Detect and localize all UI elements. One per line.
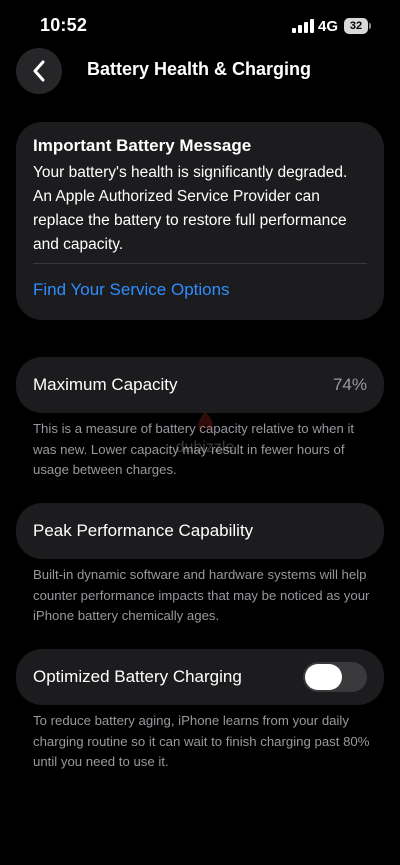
- message-body: Your battery's health is significantly d…: [33, 164, 348, 253]
- message-title: Important Battery Message: [33, 136, 252, 155]
- network-type: 4G: [318, 18, 339, 35]
- page-title: Battery Health & Charging: [87, 59, 312, 79]
- status-time: 10:52: [40, 15, 88, 35]
- battery-icon: 32: [344, 18, 372, 34]
- optimized-charging-row: Optimized Battery Charging: [16, 649, 384, 705]
- optimized-charging-description: To reduce battery aging, iPhone learns f…: [33, 713, 370, 769]
- chevron-left-icon: [33, 60, 45, 82]
- find-service-options-link[interactable]: Find Your Service Options: [33, 280, 230, 300]
- maximum-capacity-label: Maximum Capacity: [33, 375, 178, 394]
- optimized-charging-label: Optimized Battery Charging: [33, 667, 242, 686]
- status-bar: 10:52 4G 32: [0, 0, 400, 52]
- maximum-capacity-row: Maximum Capacity 74%: [16, 357, 384, 413]
- peak-performance-label: Peak Performance Capability: [33, 521, 254, 540]
- optimized-charging-toggle[interactable]: [303, 662, 367, 692]
- peak-performance-description: Built-in dynamic software and hardware s…: [33, 567, 370, 623]
- divider: [33, 263, 367, 264]
- back-button[interactable]: [16, 48, 62, 94]
- battery-level: 32: [344, 18, 368, 34]
- toggle-knob: [305, 664, 342, 690]
- maximum-capacity-value: 74%: [332, 375, 367, 394]
- maximum-capacity-description: This is a measure of battery capacity re…: [33, 421, 355, 477]
- cellular-signal-icon: [292, 19, 314, 33]
- peak-performance-row: Peak Performance Capability: [16, 503, 384, 559]
- battery-message-card: Important Battery Message Your battery's…: [16, 122, 384, 320]
- battery-tip: [369, 23, 371, 29]
